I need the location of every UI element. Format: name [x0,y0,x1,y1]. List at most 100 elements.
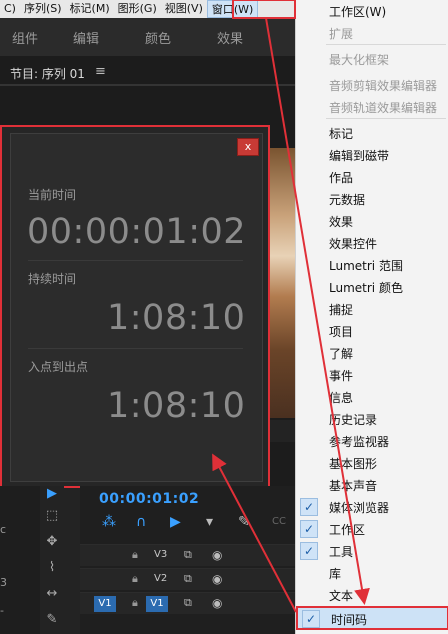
checkmark-icon: ✓ [300,542,318,560]
menu-item-label: 库 [329,567,342,581]
lock-icon[interactable]: 🔒︎ [132,572,138,586]
captions-icon[interactable]: CC [272,516,286,527]
in-out-value: 1:08:10 [107,386,246,426]
menu-item-essential-graphics-item[interactable]: 基本图形 [296,452,448,474]
eye-icon[interactable]: ◉ [212,572,222,586]
divider [28,348,243,349]
menu-item-label: 音频轨道效果编辑器 [329,101,438,115]
menu-item-markers-item[interactable]: 标记 [296,122,448,144]
menu-item-timecode-item[interactable]: ✓ 时间码 [296,606,448,630]
edge-glyph: - [0,604,4,617]
wrench-icon[interactable]: ✎ [238,514,250,530]
current-time-label: 当前时间 [28,188,77,202]
pen-tool-icon[interactable]: ✎ [42,612,62,630]
panel-menu-icon[interactable]: ≡ [95,64,106,79]
menu-item-label: 了解 [329,347,354,361]
slip-tool-icon[interactable]: ↔ [42,586,62,604]
menu-item-label: 音频剪辑效果编辑器 [329,79,438,93]
nest-icon[interactable]: ⁂ [102,514,116,530]
menu-item-project-item[interactable]: 项目 [296,320,448,342]
menu-item-workspace-menu-item[interactable]: 工作区(W) [296,0,448,22]
menu-separator [326,44,446,45]
film-icon[interactable]: ⧉ [184,596,192,610]
menu-item-label: 工具 [329,545,354,559]
menu-view[interactable]: 视图(V) [161,0,207,18]
source-patch[interactable]: V1 [94,596,116,612]
menu-edit-partial[interactable]: C) [0,0,20,18]
menu-item-audio-clip-effect-editor-item: 音频剪辑效果编辑器 [296,74,448,96]
menu-item-reference-monitor-item[interactable]: 参考监视器 [296,430,448,452]
tab-effects[interactable]: 效果 [194,28,266,47]
snap-icon[interactable]: ∩ [136,514,146,530]
menu-bar: C) 序列(S) 标记(M) 图形(G) 视图(V) 窗口(W) [0,0,295,18]
eye-icon[interactable]: ◉ [212,548,222,562]
menu-sequence[interactable]: 序列(S) [20,0,66,18]
window-menu: 工作区(W) 扩展 最大化框架 音频剪辑效果编辑器 音频轨道效果编辑器 标记 编辑到磁带 作品… [295,0,448,634]
menu-item-label: 基本图形 [329,457,378,471]
menu-item-label: Lumetri 颜色 [329,281,403,295]
menu-item-learn-item[interactable]: 了解 [296,342,448,364]
menu-item-label: 工作区(W) [329,5,387,19]
track-row: 🔒︎ V3 ⧉ ◉ [80,544,295,566]
track-select-tool-icon[interactable]: ⬚ [42,508,62,526]
program-monitor-title[interactable]: 节目: 序列 01 [10,65,85,82]
menu-item-capture-item[interactable]: 捕捉 [296,298,448,320]
checkmark-icon: ✓ [300,520,318,538]
menu-item-effects-item[interactable]: 效果 [296,210,448,232]
lock-icon[interactable]: 🔒︎ [132,596,138,610]
menu-item-events-item[interactable]: 事件 [296,364,448,386]
linked-selection-icon[interactable]: ▶ [170,514,181,530]
menu-item-history-item[interactable]: 历史记录 [296,408,448,430]
ripple-edit-tool-icon[interactable]: ✥ [42,534,62,552]
menu-item-workspaces-item[interactable]: ✓ 工作区 [296,518,448,540]
film-icon[interactable]: ⧉ [184,548,192,562]
track-row: 🔒︎ V2 ⧉ ◉ [80,568,295,590]
menu-marker[interactable]: 标记(M) [66,0,114,18]
menu-item-label: 标记 [329,127,354,141]
panel-tab-underline [0,84,295,86]
timecode-panel-body: x 当前时间 00:00:01:02 持续时间 1:08:10 入点到出点 1:… [10,133,263,482]
eye-icon[interactable]: ◉ [212,596,222,610]
menu-item-text-item[interactable]: 文本 [296,584,448,606]
edge-glyph: c [0,523,7,536]
selection-tool-icon[interactable]: ▶ [42,486,62,504]
project-panel-edge: c 3 - [0,486,40,634]
tab-editing[interactable]: 编辑 [50,28,122,47]
menu-item-label: 信息 [329,391,354,405]
duration-label: 持续时间 [28,272,77,286]
menu-window[interactable]: 窗口(W) [206,0,259,18]
menu-item-tools-item[interactable]: ✓ 工具 [296,540,448,562]
workspace-tabs: 组件 编辑 颜色 效果 [0,18,295,56]
menu-graphics[interactable]: 图形(G) [114,0,161,18]
menu-item-lumetri-color-item[interactable]: Lumetri 颜色 [296,276,448,298]
track-name: V2 [154,573,168,584]
lock-icon[interactable]: 🔒︎ [132,548,138,562]
menu-item-productions-item[interactable]: 作品 [296,166,448,188]
menu-item-info-item[interactable]: 信息 [296,386,448,408]
menu-item-lumetri-scopes-item[interactable]: Lumetri 范围 [296,254,448,276]
menu-item-metadata-item[interactable]: 元数据 [296,188,448,210]
menu-item-media-browser-item[interactable]: ✓ 媒体浏览器 [296,496,448,518]
add-marker-icon[interactable]: ▾ [206,514,213,530]
track-name[interactable]: V1 [146,596,168,612]
menu-separator [326,118,446,119]
menu-item-label: 事件 [329,369,354,383]
menu-item-label: Lumetri 范围 [329,259,403,273]
track-row: V1 🔒︎ V1 ⧉ ◉ [80,592,295,614]
tools-panel: ▶ ⬚ ✥ ⌇ ↔ ✎ [40,486,64,634]
menu-item-edit-to-tape-item[interactable]: 编辑到磁带 [296,144,448,166]
tab-assembly[interactable]: 组件 [0,28,50,47]
menu-item-libraries-item[interactable]: 库 [296,562,448,584]
edge-glyph: 3 [0,576,7,589]
menu-item-maximize-frame-item: 最大化框架 [296,48,448,70]
menu-item-label: 文本 [329,589,354,603]
timecode-panel: x 当前时间 00:00:01:02 持续时间 1:08:10 入点到出点 1:… [0,125,270,488]
razor-tool-icon[interactable]: ⌇ [42,560,62,578]
tab-color[interactable]: 颜色 [122,28,194,47]
menu-item-effect-controls-item[interactable]: 效果控件 [296,232,448,254]
close-button[interactable]: x [237,138,259,156]
menu-item-essential-sound-item[interactable]: 基本声音 [296,474,448,496]
checkmark-icon: ✓ [302,610,320,628]
film-icon[interactable]: ⧉ [184,572,192,586]
timeline-timecode[interactable]: 00:00:01:02 [99,491,199,507]
